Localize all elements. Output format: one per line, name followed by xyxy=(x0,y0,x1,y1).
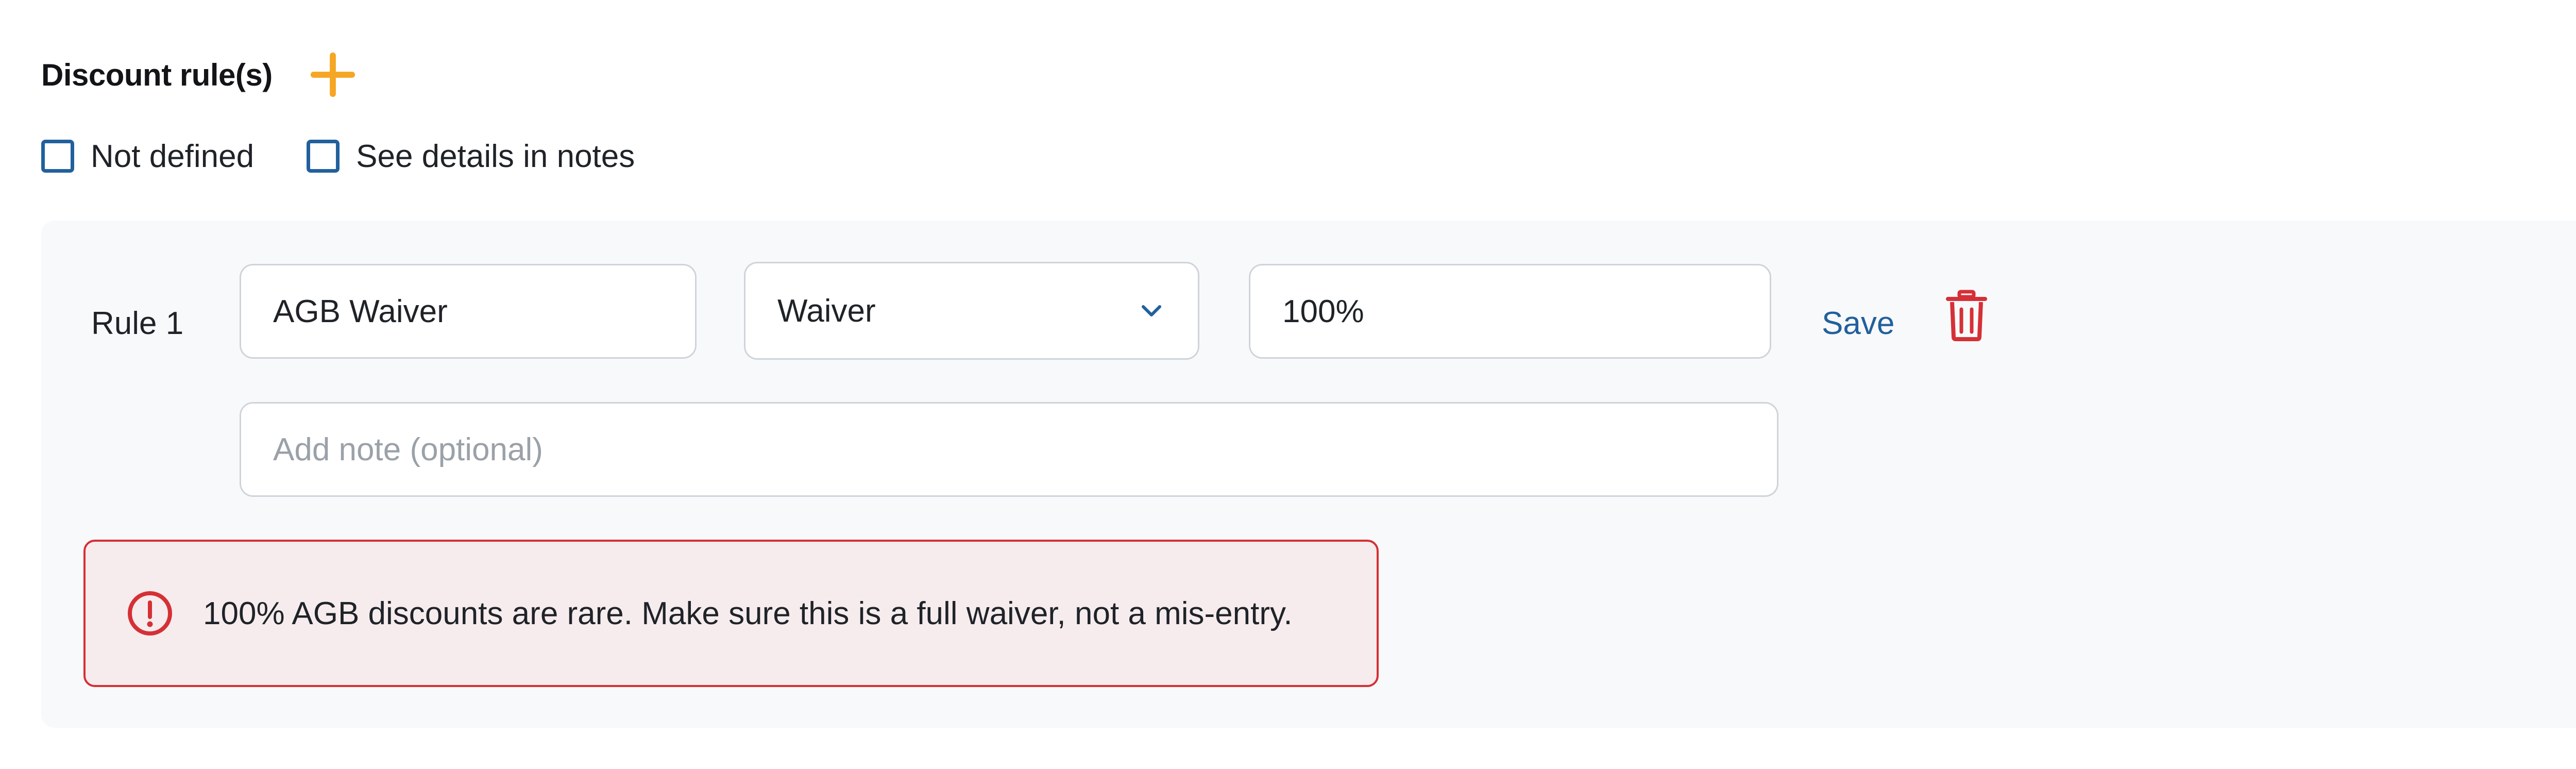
alert-message: 100% AGB discounts are rare. Make sure t… xyxy=(203,595,1293,631)
checkbox-box[interactable] xyxy=(307,140,340,173)
discount-rules-section: Discount rule(s) Not defined See details… xyxy=(0,0,2576,769)
rule-panel: Rule 1 Waiver Save xyxy=(41,221,2576,728)
checkbox-label: Not defined xyxy=(91,138,255,174)
rule-name-input[interactable] xyxy=(273,293,663,330)
section-title: Discount rule(s) xyxy=(41,57,273,92)
plus-icon[interactable] xyxy=(308,49,358,100)
warning-alert: 100% AGB discounts are rare. Make sure t… xyxy=(83,540,1379,687)
save-button[interactable]: Save xyxy=(1822,293,1894,355)
see-details-checkbox[interactable]: See details in notes xyxy=(307,138,635,175)
discount-type-select[interactable]: Waiver xyxy=(744,262,1199,360)
discount-percent-input[interactable] xyxy=(1282,293,1738,330)
not-defined-checkbox[interactable]: Not defined xyxy=(41,138,254,175)
checkbox-label: See details in notes xyxy=(356,138,635,174)
discount-type-value: Waiver xyxy=(777,293,876,329)
trash-icon[interactable] xyxy=(1946,290,1987,341)
rule-label: Rule 1 xyxy=(91,306,184,341)
rule-name-field[interactable] xyxy=(240,264,697,359)
note-field[interactable] xyxy=(240,402,1778,497)
note-input[interactable] xyxy=(273,431,1745,468)
options-row: Not defined See details in notes xyxy=(41,133,635,179)
chevron-down-icon xyxy=(1142,305,1161,316)
checkbox-box[interactable] xyxy=(41,140,74,173)
discount-percent-field[interactable] xyxy=(1249,264,1771,359)
exclamation-circle-icon xyxy=(128,591,172,636)
section-header: Discount rule(s) xyxy=(41,52,358,98)
